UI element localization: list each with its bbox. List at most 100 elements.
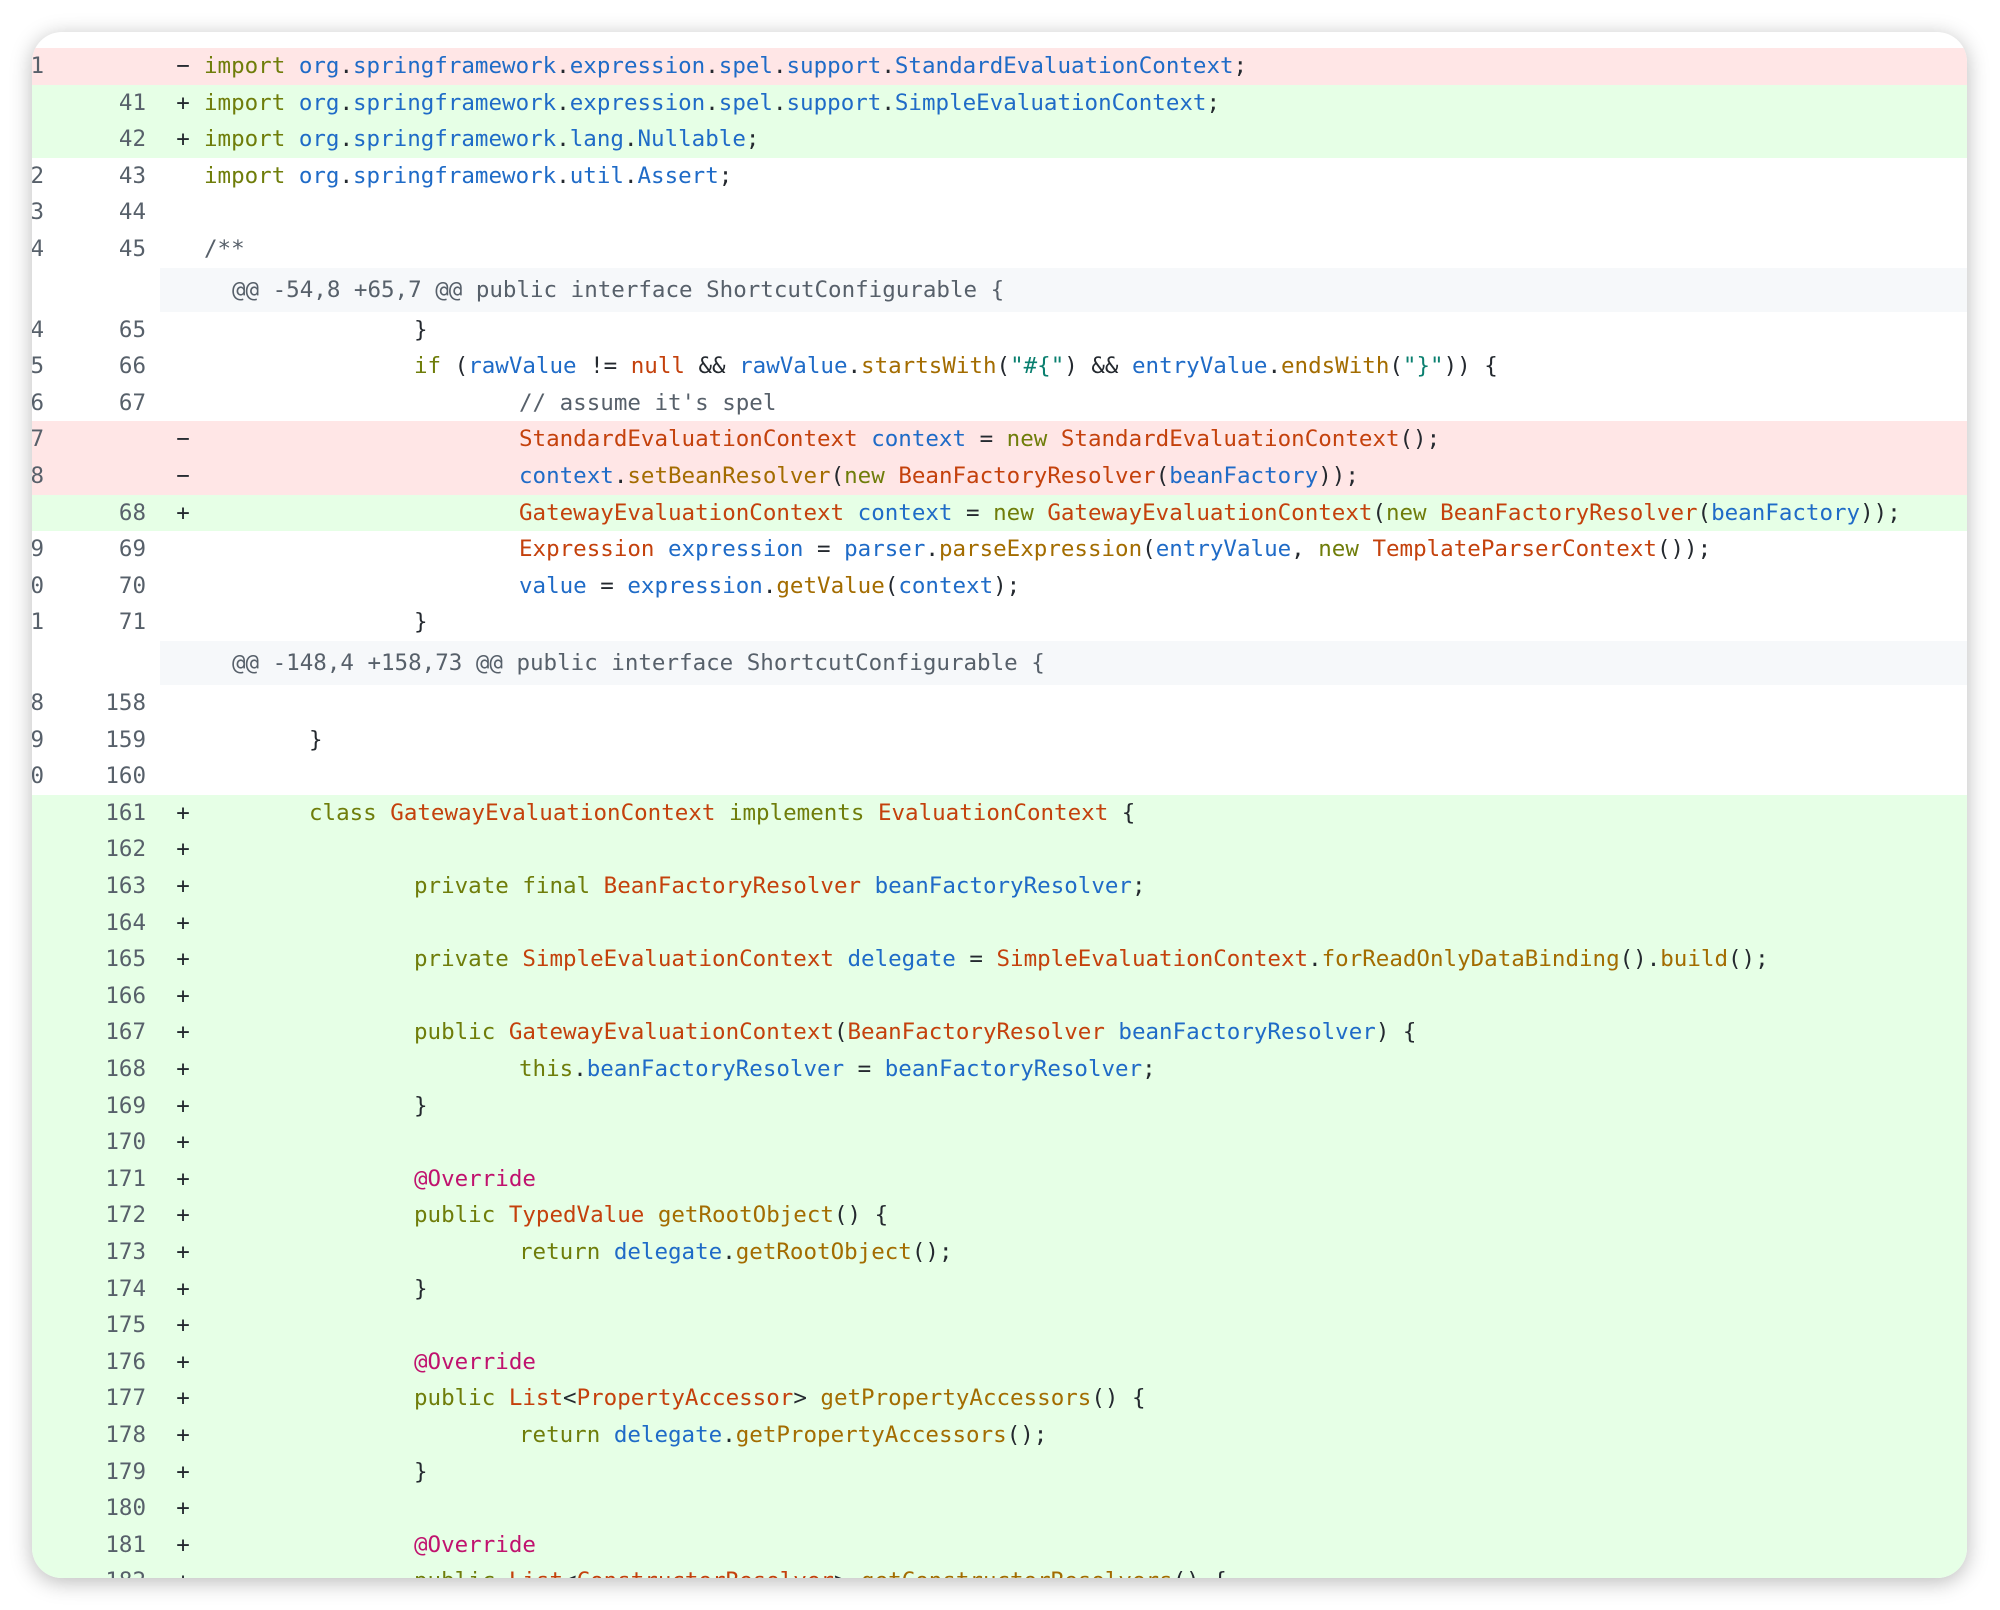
old-line-number[interactable]: 1 (32, 604, 44, 641)
old-line-number[interactable]: 3 (32, 194, 44, 231)
removed-line: 1− import org.springframework.expression.… (32, 48, 1967, 85)
addition-marker: + (176, 1275, 190, 1302)
addition-marker: + (173, 1563, 193, 1578)
new-line-number[interactable]: 177 (84, 1380, 146, 1417)
addition-marker: + (176, 982, 190, 1009)
new-line-number[interactable]: 45 (84, 231, 146, 268)
new-line-number[interactable]: 181 (84, 1527, 146, 1564)
code-token: () { (833, 1202, 889, 1229)
code-token: ( (1155, 463, 1170, 489)
new-line-number[interactable]: 69 (84, 531, 146, 568)
new-line-number[interactable]: 178 (84, 1417, 146, 1454)
addition-marker: + (176, 799, 190, 826)
code-token: ( (1697, 499, 1712, 526)
code-token: List (509, 1568, 563, 1578)
code-token: Nullable (637, 126, 746, 153)
old-line-number[interactable]: 8 (32, 685, 44, 722)
code-token: . (623, 126, 638, 153)
code-token: return (519, 1422, 614, 1448)
code-token: (); (1399, 426, 1441, 453)
code-token: implements (728, 799, 878, 826)
code-token: ( (830, 463, 845, 489)
code-token: . (881, 53, 895, 79)
code-token: context (871, 426, 967, 453)
old-line-number[interactable]: 5 (32, 348, 44, 385)
code-token: )); (1318, 463, 1359, 489)
new-line-number[interactable]: 179 (84, 1454, 146, 1491)
new-line-number[interactable]: 70 (84, 568, 146, 605)
code-token: . (1267, 353, 1281, 380)
old-line-number[interactable]: 9 (32, 722, 44, 759)
code-token: new (844, 463, 899, 489)
code-token: . (573, 1056, 587, 1082)
new-line-number[interactable]: 43 (84, 158, 146, 195)
code-token: List (508, 1385, 564, 1412)
hunk-header: @@ -54,8 +65,7 @@ public interface Short… (32, 267, 1967, 312)
code-text: } (414, 604, 428, 641)
old-line-number[interactable]: 6 (32, 385, 44, 422)
new-line-number[interactable]: 160 (84, 758, 146, 795)
code-text: } (309, 722, 323, 759)
code-token: SimpleEvaluationContext (522, 946, 848, 973)
new-line-number[interactable]: 166 (84, 978, 146, 1015)
addition-marker: + (176, 1385, 190, 1412)
old-line-number[interactable]: 4 (32, 231, 44, 268)
code-token: } (414, 1092, 428, 1119)
old-line-number[interactable]: 4 (32, 312, 44, 349)
new-line-number[interactable]: 174 (84, 1271, 146, 1308)
new-line-number[interactable]: 164 (84, 905, 146, 942)
new-line-number[interactable]: 163 (84, 868, 146, 905)
old-line-number[interactable]: 0 (32, 758, 44, 795)
old-line-number[interactable]: 2 (32, 158, 44, 195)
new-line-number[interactable]: 180 (84, 1490, 146, 1527)
code-token: TemplateParserContext (1372, 536, 1657, 563)
new-line-number[interactable]: 171 (84, 1161, 146, 1198)
code-token: beanFactory (1169, 463, 1319, 489)
code-token: org (298, 126, 340, 153)
new-line-number[interactable]: 158 (84, 685, 146, 722)
code-token: getPropertyAccessors (735, 1422, 1007, 1448)
code-text: public GatewayEvaluationContext(BeanFact… (414, 1014, 1416, 1051)
code-token: } (414, 316, 428, 343)
new-line-number[interactable]: 68 (84, 495, 146, 532)
new-line-number[interactable]: 172 (84, 1197, 146, 1234)
code-token: . (613, 463, 628, 489)
added-line: 161 + class GatewayEvaluationContext imple… (32, 794, 1967, 832)
new-line-number[interactable]: 41 (84, 85, 146, 122)
code-token: new (1318, 536, 1373, 563)
added-line: 178 + return delegate.getPropertyAccessors… (32, 1417, 1967, 1454)
addition-marker: + (176, 836, 190, 863)
old-line-number[interactable]: 1 (32, 48, 44, 85)
new-line-number[interactable]: 65 (84, 312, 146, 349)
old-line-number[interactable]: 7 (32, 421, 44, 458)
new-line-number[interactable]: 165 (84, 941, 146, 978)
code-text: import org.springframework.expression.sp… (204, 48, 1247, 85)
new-line-number[interactable]: 176 (84, 1344, 146, 1381)
old-line-number[interactable]: 9 (32, 531, 44, 568)
new-line-number[interactable]: 175 (84, 1307, 146, 1344)
new-line-number[interactable]: 182 (84, 1563, 146, 1578)
new-line-number[interactable]: 162 (84, 831, 146, 868)
old-line-number[interactable]: 0 (32, 568, 44, 605)
new-line-number[interactable]: 42 (84, 121, 146, 158)
old-line-number[interactable]: 8 (32, 458, 44, 495)
code-token: spel (718, 89, 773, 116)
code-token: delegate (613, 1422, 723, 1448)
new-line-number[interactable]: 167 (84, 1014, 146, 1051)
code-token: TypedValue (508, 1202, 658, 1229)
context-line: 2 43 import org.springframework.util.Asser… (32, 158, 1967, 195)
code-token: ; (1233, 53, 1248, 79)
new-line-number[interactable]: 170 (84, 1124, 146, 1161)
new-line-number[interactable]: 66 (84, 348, 146, 385)
new-line-number[interactable]: 168 (84, 1051, 146, 1088)
code-token: ) && (1064, 353, 1132, 380)
new-line-number[interactable]: 173 (84, 1234, 146, 1271)
new-line-number[interactable]: 169 (84, 1088, 146, 1125)
new-line-number[interactable]: 71 (84, 604, 146, 641)
added-line: 171 + @Override (32, 1160, 1967, 1198)
new-line-number[interactable]: 161 (84, 795, 146, 832)
addition-marker: + (176, 1348, 190, 1375)
new-line-number[interactable]: 159 (84, 722, 146, 759)
new-line-number[interactable]: 67 (84, 385, 146, 422)
new-line-number[interactable]: 44 (84, 194, 146, 231)
